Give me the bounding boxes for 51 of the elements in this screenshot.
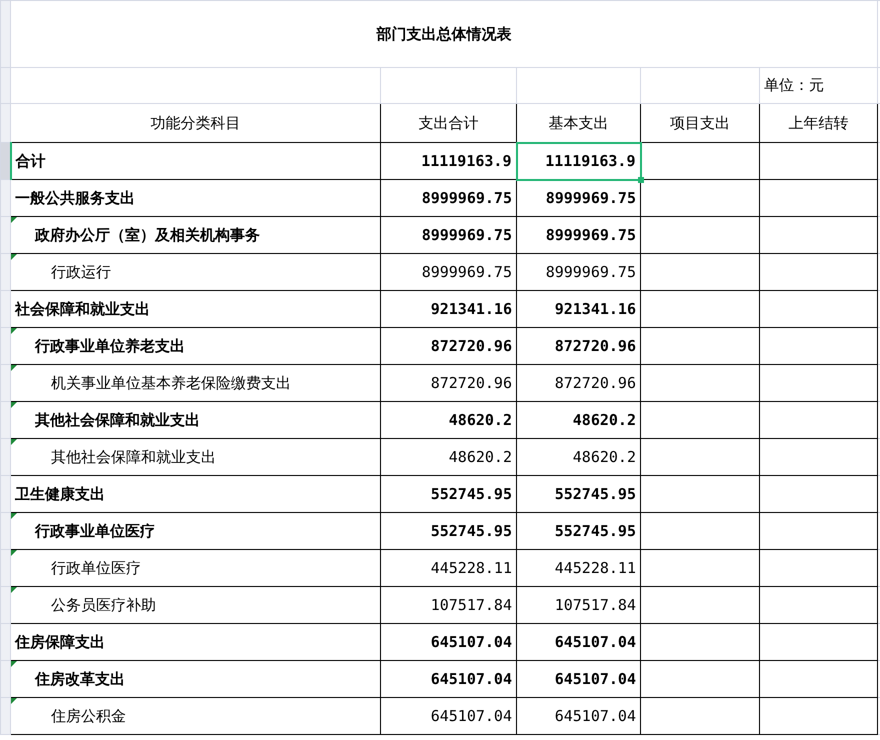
- table-cell: 8999969.75: [380, 180, 516, 216]
- table-cell: 8999969.75: [380, 216, 516, 254]
- table-cell: 政府办公厅（室）及相关机构事务: [10, 216, 380, 254]
- table-cell: 其他社会保障和就业支出: [10, 438, 380, 476]
- table-cell: 行政运行: [10, 254, 380, 290]
- table-cell: 445228.11: [380, 550, 516, 586]
- table-cell: 公务员医疗补助: [10, 586, 380, 624]
- table-cell: 921341.16: [380, 290, 516, 328]
- table-cell: 行政事业单位医疗: [10, 512, 380, 550]
- table-cell: 行政单位医疗: [10, 550, 380, 586]
- table-cell: 8999969.75: [516, 216, 640, 254]
- column-header: 上年结转: [760, 104, 878, 142]
- table-cell: 48620.2: [380, 402, 516, 438]
- table-cell: 住房保障支出: [10, 624, 380, 660]
- table-cell: 卫生健康支出: [10, 476, 380, 512]
- table-cell: 107517.84: [516, 586, 640, 624]
- table-cell: 552745.95: [516, 512, 640, 550]
- table-cell: 645107.04: [516, 698, 640, 734]
- table-cell: 8999969.75: [380, 254, 516, 290]
- table-cell: 住房改革支出: [10, 660, 380, 698]
- table-cell: 48620.2: [380, 438, 516, 476]
- table-cell: 645107.04: [380, 624, 516, 660]
- table-cell: 872720.96: [380, 364, 516, 402]
- table-cell: 645107.04: [516, 624, 640, 660]
- table-cell: 8999969.75: [516, 254, 640, 290]
- sheet-title: 部门支出总体情况表: [10, 0, 878, 68]
- table-cell: 其他社会保障和就业支出: [10, 402, 380, 438]
- column-header: 支出合计: [380, 104, 516, 142]
- table-cell: 645107.04: [380, 698, 516, 734]
- table-cell: 行政事业单位养老支出: [10, 328, 380, 364]
- table-cell: 48620.2: [516, 402, 640, 438]
- unit-label: 单位：元: [760, 68, 878, 104]
- table-cell: 107517.84: [380, 586, 516, 624]
- table-cell: 552745.95: [516, 476, 640, 512]
- table-cell: 645107.04: [380, 660, 516, 698]
- table-cell: 645107.04: [516, 660, 640, 698]
- table-cell: 社会保障和就业支出: [10, 290, 380, 328]
- table-cell: 住房公积金: [10, 698, 380, 734]
- table-cell: 552745.95: [380, 476, 516, 512]
- table-cell: 872720.96: [516, 328, 640, 364]
- table-cell: 48620.2: [516, 438, 640, 476]
- column-header: 功能分类科目: [10, 104, 380, 142]
- table-cell: 552745.95: [380, 512, 516, 550]
- table-cell: 一般公共服务支出: [10, 180, 380, 216]
- table-cell: 921341.16: [516, 290, 640, 328]
- table-cell: 机关事业单位基本养老保险缴费支出: [10, 364, 380, 402]
- table-cell: 合计: [10, 142, 380, 180]
- table-cell: 872720.96: [516, 364, 640, 402]
- table-cell: 872720.96: [380, 328, 516, 364]
- table-cell: 445228.11: [516, 550, 640, 586]
- column-header: 项目支出: [640, 104, 760, 142]
